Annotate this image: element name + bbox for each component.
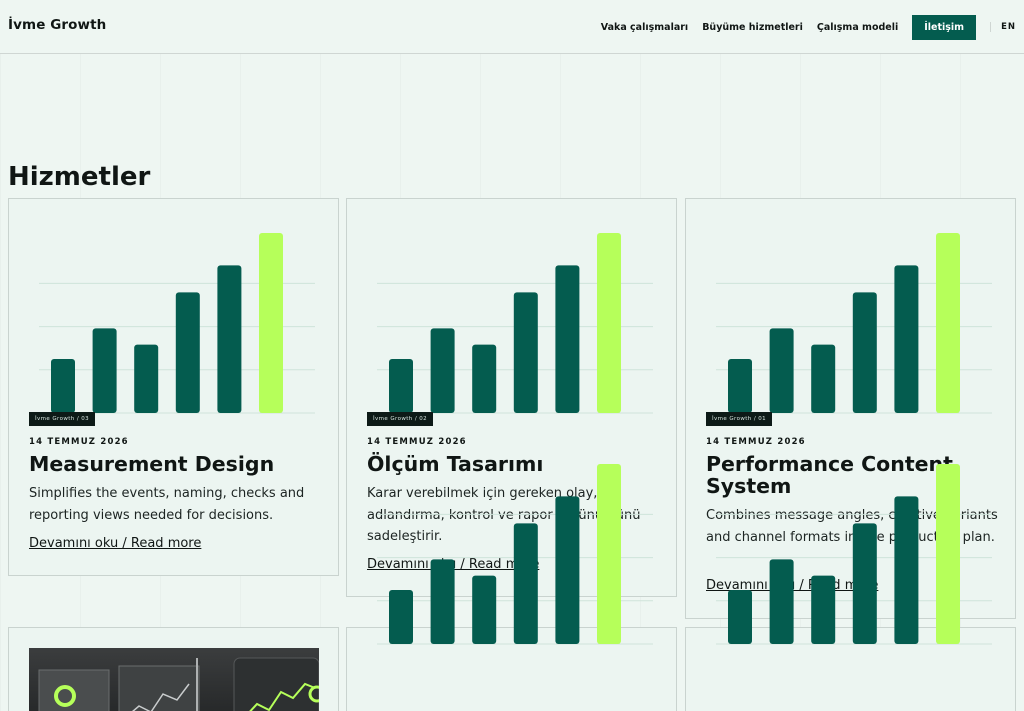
nav-divider: [990, 22, 992, 32]
brand-logo[interactable]: İvme Growth: [8, 17, 106, 33]
chart-bar: [811, 344, 836, 413]
card-date: 14 TEMMUZ 2026: [29, 437, 129, 447]
card-title[interactable]: Measurement Design: [29, 453, 329, 475]
nav-case-studies[interactable]: Vaka çalışmaları: [601, 22, 688, 33]
card-tag: İvme Growth / 01: [706, 412, 773, 426]
nav-growth-services[interactable]: Büyüme hizmetleri: [702, 22, 803, 33]
chart-bar: [852, 523, 877, 644]
contact-button[interactable]: İletişim: [912, 14, 977, 40]
bar-chart: [39, 233, 315, 414]
main-nav: Vaka çalışmaları Büyüme hizmetleri Çalış…: [601, 14, 1016, 40]
chart-bar: [430, 328, 455, 413]
chart-bar: [597, 464, 621, 644]
site-header: İvme Growth Vaka çalışmaları Büyüme hizm…: [0, 0, 1024, 54]
chart-bar: [472, 344, 497, 413]
service-card: İvme Growth / 03 14 TEMMUZ 2026 Measurem…: [8, 198, 339, 576]
read-more-link[interactable]: Devamını oku / Read more: [29, 536, 201, 551]
chart-bar: [769, 559, 794, 644]
chart-bar: [769, 328, 794, 413]
bar-chart: [377, 464, 653, 645]
chart-bar: [936, 464, 960, 644]
dashboard-photo: [29, 648, 319, 711]
chart-bar: [389, 590, 413, 644]
chart-bar: [51, 359, 75, 413]
chart-bar: [472, 575, 497, 644]
nav-working-model[interactable]: Çalışma modeli: [817, 22, 898, 33]
bar-chart: [716, 233, 992, 414]
chart-bar: [389, 359, 413, 413]
chart-bar: [175, 292, 200, 413]
chart-bar: [852, 292, 877, 413]
chart-bar: [134, 344, 159, 413]
chart-bar: [217, 265, 242, 413]
card-date: 14 TEMMUZ 2026: [367, 437, 467, 447]
section-title: Hizmetler: [8, 162, 151, 192]
chart-bar: [259, 233, 283, 413]
bar-chart: [377, 233, 653, 414]
language-switch[interactable]: EN: [1001, 22, 1016, 32]
service-card: [8, 627, 339, 711]
chart-bar: [555, 496, 580, 644]
dashboard-image: [38, 657, 319, 711]
chart-bar: [92, 328, 117, 413]
chart-bar: [597, 233, 621, 413]
chart-bar: [555, 265, 580, 413]
chart-bar: [894, 496, 919, 644]
chart-bar: [811, 575, 836, 644]
chart-bar: [513, 523, 538, 644]
card-date: 14 TEMMUZ 2026: [706, 437, 806, 447]
chart-bar: [936, 233, 960, 413]
service-card: [346, 464, 677, 711]
service-card: [685, 464, 1016, 711]
card-tag: İvme Growth / 03: [29, 412, 96, 426]
chart-bar: [728, 359, 752, 413]
chart-bar: [513, 292, 538, 413]
chart-bar: [894, 265, 919, 413]
chart-bar: [728, 590, 752, 644]
card-tag: İvme Growth / 02: [367, 412, 434, 426]
bar-chart: [716, 464, 992, 645]
chart-bar: [430, 559, 455, 644]
card-description: Simplifies the events, naming, checks an…: [29, 486, 305, 523]
